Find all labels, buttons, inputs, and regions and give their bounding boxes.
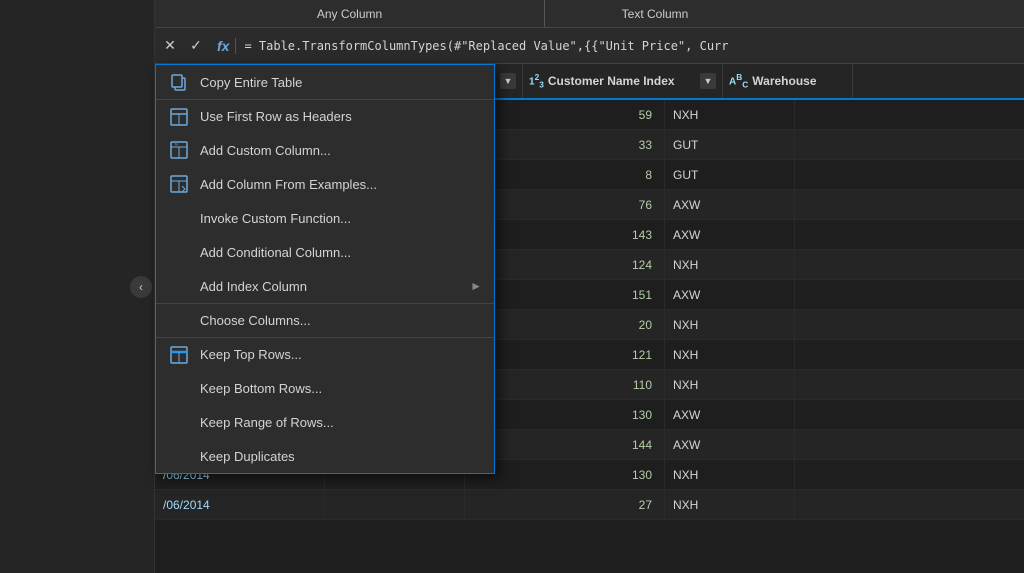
cell-warehouse-1: GUT [665,130,795,159]
formula-bar: ✕ ✓ fx [155,28,1024,64]
cell-cust-index-8: 121 [465,340,665,369]
menu-item-add-conditional-col[interactable]: Add Conditional Column... [156,235,494,269]
keep-bottom-rows-label: Keep Bottom Rows... [200,381,482,396]
sidebar: ‹ [0,0,155,573]
menu-item-keep-range-rows[interactable]: Keep Range of Rows... [156,405,494,439]
cell-warehouse-9: NXH [665,370,795,399]
keep-range-rows-label: Keep Range of Rows... [200,415,482,430]
add-index-col-submenu-arrow: ► [470,279,482,293]
cell-cust-index-1: 33 [465,130,665,159]
cell-warehouse-4: AXW [665,220,795,249]
cell-cust-index-3: 76 [465,190,665,219]
keep-bottom-rows-icon [168,377,190,399]
cell-warehouse-11: AXW [665,430,795,459]
cell-cust-index-0: 59 [465,100,665,129]
add-conditional-col-label: Add Conditional Column... [200,245,482,260]
cust-index-label: Customer Name Index [548,74,675,88]
cell-warehouse-10: AXW [665,400,795,429]
add-index-col-icon [168,275,190,297]
cell-cust-index-10: 130 [465,400,665,429]
fx-label: fx [211,38,236,54]
column-header-cust-name-index[interactable]: 123 Customer Name Index ▼ [523,64,723,98]
warehouse-label: Warehouse [752,74,816,88]
cust-index-type-icon: 123 [529,72,544,89]
invoke-fn-label: Invoke Custom Function... [200,211,482,226]
add-index-col-label: Add Index Column [200,279,460,294]
add-custom-col-icon: fx [168,139,190,161]
menu-item-add-custom-col[interactable]: fx Add Custom Column... [156,133,494,167]
menu-item-keep-bottom-rows[interactable]: Keep Bottom Rows... [156,371,494,405]
column-header-warehouse[interactable]: ABC Warehouse [723,64,853,98]
menu-item-keep-top-rows[interactable]: Keep Top Rows... [156,337,494,371]
copy-table-label: Copy Entire Table [200,75,482,90]
menu-item-add-col-examples[interactable]: Add Column From Examples... [156,167,494,201]
cell-warehouse-8: NXH [665,340,795,369]
use-first-row-icon [168,106,190,128]
cell-order-date-13 [325,490,465,519]
cell-cust-index-13: 27 [465,490,665,519]
cancel-formula-button[interactable]: ✕ [159,35,181,57]
keep-top-rows-icon [168,344,190,366]
cell-cust-index-5: 124 [465,250,665,279]
copy-table-icon [168,71,190,93]
cell-cust-index-9: 110 [465,370,665,399]
menu-item-choose-cols[interactable]: Choose Columns... [156,303,494,337]
text-column-label: Text Column [545,0,765,27]
cell-warehouse-13: NXH [665,490,795,519]
formula-input[interactable] [244,39,1020,53]
cell-cust-index-12: 130 [465,460,665,489]
keep-duplicates-label: Keep Duplicates [200,449,482,464]
order-date-dropdown[interactable]: ▼ [500,73,516,89]
menu-item-use-first-row[interactable]: Use First Row as Headers [156,99,494,133]
choose-cols-label: Choose Columns... [200,313,482,328]
add-conditional-col-icon [168,241,190,263]
keep-range-rows-icon [168,411,190,433]
collapse-sidebar-button[interactable]: ‹ [130,276,152,298]
cell-warehouse-7: NXH [665,310,795,339]
menu-item-add-index-col[interactable]: Add Index Column ► [156,269,494,303]
cell-date-13: /06/2014 [155,490,325,519]
cell-warehouse-2: GUT [665,160,795,189]
svg-text:fx: fx [175,142,178,147]
confirm-formula-button[interactable]: ✓ [185,35,207,57]
cell-warehouse-6: AXW [665,280,795,309]
warehouse-type-icon: ABC [729,72,748,89]
menu-item-copy-table[interactable]: Copy Entire Table [156,65,494,99]
keep-top-rows-label: Keep Top Rows... [200,347,482,362]
cell-warehouse-0: NXH [665,100,795,129]
cell-warehouse-12: NXH [665,460,795,489]
use-first-row-label: Use First Row as Headers [200,109,482,124]
column-type-bar: Any Column Text Column [155,0,1024,28]
add-custom-col-label: Add Custom Column... [200,143,482,158]
cell-cust-index-7: 20 [465,310,665,339]
cell-cust-index-2: 8 [465,160,665,189]
table-row: /06/2014 27 NXH [155,490,1024,520]
menu-item-keep-duplicates[interactable]: Keep Duplicates [156,439,494,473]
context-menu: Copy Entire Table Use First Row as Heade… [155,64,495,474]
keep-duplicates-icon [168,445,190,467]
cell-warehouse-3: AXW [665,190,795,219]
cell-cust-index-11: 144 [465,430,665,459]
choose-cols-icon [168,310,190,332]
cell-cust-index-4: 143 [465,220,665,249]
cell-cust-index-6: 151 [465,280,665,309]
cust-index-dropdown[interactable]: ▼ [700,73,716,89]
add-col-examples-label: Add Column From Examples... [200,177,482,192]
cell-warehouse-5: NXH [665,250,795,279]
any-column-label: Any Column [155,0,545,27]
invoke-fn-icon [168,207,190,229]
add-col-examples-icon [168,173,190,195]
menu-item-invoke-fn[interactable]: Invoke Custom Function... [156,201,494,235]
